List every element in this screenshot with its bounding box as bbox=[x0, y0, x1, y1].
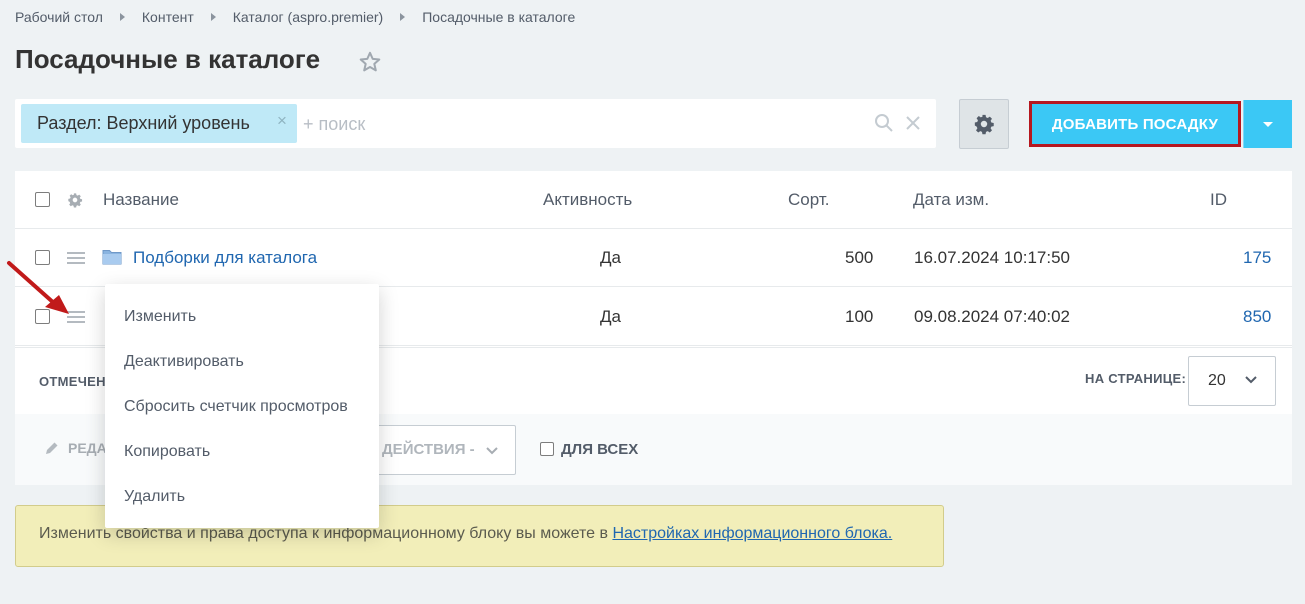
breadcrumb-item-catalog[interactable]: Каталог (aspro.premier) bbox=[233, 9, 383, 25]
breadcrumb-separator-icon bbox=[400, 13, 406, 21]
add-landing-button-label: ДОБАВИТЬ ПОСАДКУ bbox=[1051, 115, 1219, 133]
search-icon[interactable] bbox=[874, 113, 894, 133]
menu-item-delete[interactable]: Удалить bbox=[105, 474, 379, 519]
selected-count-label: ОТМЕЧЕН bbox=[39, 374, 106, 389]
search-input[interactable] bbox=[303, 111, 843, 137]
grid-header-row: Название Активность Сорт. Дата изм. ID bbox=[15, 171, 1292, 229]
chevron-down-icon bbox=[1245, 376, 1257, 384]
filter-tag-remove-icon[interactable]: × bbox=[277, 111, 287, 131]
iblock-settings-link[interactable]: Настройках информационного блока. bbox=[612, 525, 892, 542]
menu-item-copy[interactable]: Копировать bbox=[105, 429, 379, 474]
table-row[interactable]: Подборки для каталога Да 500 16.07.2024 … bbox=[15, 229, 1292, 287]
page-title: Посадочные в каталоге bbox=[15, 44, 321, 74]
add-landing-dropdown-button[interactable] bbox=[1243, 100, 1292, 148]
row-name-link[interactable]: Подборки для каталога bbox=[133, 229, 317, 287]
gear-icon[interactable] bbox=[67, 192, 83, 208]
drag-handle-icon[interactable] bbox=[67, 251, 85, 265]
column-header-id[interactable]: ID bbox=[1210, 171, 1227, 229]
menu-item-edit[interactable]: Изменить bbox=[105, 294, 379, 339]
gear-icon bbox=[974, 114, 994, 135]
column-header-date[interactable]: Дата изм. bbox=[913, 171, 989, 229]
row-id-link[interactable]: 850 bbox=[1243, 288, 1271, 346]
row-context-menu: Изменить Деактивировать Сбросить счетчик… bbox=[105, 284, 379, 528]
chevron-down-icon bbox=[1263, 121, 1273, 127]
row-checkbox[interactable] bbox=[35, 250, 50, 265]
column-header-active[interactable]: Активность bbox=[543, 171, 632, 229]
for-all-label[interactable]: ДЛЯ ВСЕХ bbox=[561, 441, 638, 458]
drag-handle-icon[interactable] bbox=[67, 310, 85, 324]
breadcrumb-item-current[interactable]: Посадочные в каталоге bbox=[422, 9, 575, 25]
actions-select-label: ДЕЙСТВИЯ - bbox=[382, 441, 475, 458]
filter-search-box[interactable]: Раздел: Верхний уровень × bbox=[15, 99, 936, 148]
edit-action-label: РЕДА bbox=[68, 440, 107, 456]
row-active: Да bbox=[600, 248, 621, 267]
filter-tag-section[interactable]: Раздел: Верхний уровень bbox=[21, 104, 297, 143]
edit-action-button[interactable]: РЕДА bbox=[45, 440, 107, 456]
row-checkbox[interactable] bbox=[35, 309, 50, 324]
row-sort: 100 bbox=[845, 307, 874, 326]
add-landing-button[interactable]: ДОБАВИТЬ ПОСАДКУ bbox=[1029, 101, 1241, 147]
breadcrumb-separator-icon bbox=[119, 13, 125, 21]
breadcrumb-item-desktop[interactable]: Рабочий стол bbox=[15, 9, 103, 25]
menu-item-reset-views[interactable]: Сбросить счетчик просмотров bbox=[105, 384, 379, 429]
row-active: Да bbox=[600, 307, 621, 326]
menu-item-deactivate[interactable]: Деактивировать bbox=[105, 339, 379, 384]
per-page-label: НА СТРАНИЦЕ: bbox=[1085, 371, 1187, 386]
pencil-icon bbox=[46, 442, 58, 454]
row-sort: 500 bbox=[845, 248, 874, 267]
column-header-name[interactable]: Название bbox=[103, 171, 179, 229]
for-all-checkbox[interactable] bbox=[540, 442, 554, 456]
row-date: 16.07.2024 10:17:50 bbox=[914, 248, 1070, 267]
row-id-link[interactable]: 175 bbox=[1243, 229, 1271, 287]
settings-button[interactable] bbox=[959, 99, 1009, 149]
star-icon[interactable] bbox=[358, 50, 382, 74]
column-header-sort[interactable]: Сорт. bbox=[788, 171, 829, 229]
select-all-checkbox[interactable] bbox=[35, 192, 50, 207]
folder-icon bbox=[102, 250, 122, 265]
per-page-value: 20 bbox=[1208, 372, 1226, 389]
row-date: 09.08.2024 07:40:02 bbox=[914, 307, 1070, 326]
breadcrumb-item-content[interactable]: Контент bbox=[142, 9, 194, 25]
per-page-select[interactable]: 20 bbox=[1188, 356, 1276, 406]
filter-tag-label: Раздел: Верхний уровень bbox=[37, 113, 250, 133]
chevron-down-icon bbox=[486, 447, 498, 455]
close-icon[interactable] bbox=[904, 114, 922, 132]
breadcrumb: Рабочий стол Контент Каталог (aspro.prem… bbox=[15, 9, 575, 25]
breadcrumb-separator-icon bbox=[210, 13, 216, 21]
